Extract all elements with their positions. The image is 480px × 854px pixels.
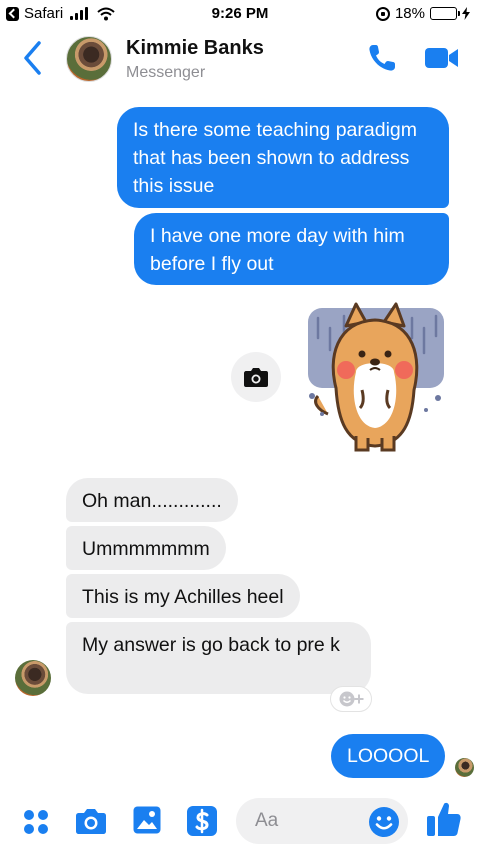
grid-dots-icon[interactable]: [22, 808, 50, 836]
image-icon[interactable]: [132, 805, 162, 835]
battery-percent: 18%: [394, 5, 425, 22]
video-camera-icon[interactable]: [424, 44, 460, 72]
sender-avatar[interactable]: [15, 660, 51, 696]
battery-icon: [430, 7, 460, 20]
charging-icon: [462, 7, 470, 20]
read-receipt-avatar: [455, 758, 474, 777]
status-bar: Safari 9:26 PM 18%: [0, 0, 480, 28]
sticker[interactable]: [300, 298, 450, 458]
message-bubble-incoming[interactable]: This is my Achilles heel: [66, 574, 300, 618]
contact-avatar[interactable]: [66, 36, 112, 82]
conversation-header: Kimmie Banks Messenger: [0, 28, 480, 92]
add-reaction-button[interactable]: [330, 686, 372, 712]
message-bubble-outgoing[interactable]: Is there some teaching paradigm that has…: [117, 107, 449, 208]
dollar-icon[interactable]: [186, 805, 218, 837]
contact-name[interactable]: Kimmie Banks: [126, 37, 264, 60]
add-reaction-icon: [339, 691, 364, 707]
emoji-icon[interactable]: [368, 806, 400, 838]
message-bubble-incoming[interactable]: Ummmmmmm: [66, 526, 226, 570]
contact-subtitle: Messenger: [126, 64, 206, 81]
message-bubble-outgoing[interactable]: I have one more day with him before I fl…: [134, 213, 449, 285]
rotation-lock-icon: [375, 6, 390, 21]
message-bubble-incoming[interactable]: Oh man.............: [66, 478, 238, 522]
phone-icon[interactable]: [366, 42, 398, 74]
message-bubble-incoming[interactable]: My answer is go back to pre k: [66, 622, 371, 694]
chevron-left-icon[interactable]: [20, 40, 46, 76]
message-bubble-outgoing[interactable]: LOOOOL: [331, 734, 446, 778]
camera-icon[interactable]: [74, 806, 108, 836]
camera-icon: [244, 368, 268, 387]
message-composer: [0, 790, 480, 854]
share-photo-button[interactable]: [231, 352, 281, 402]
thumbs-up-icon[interactable]: [426, 800, 462, 838]
